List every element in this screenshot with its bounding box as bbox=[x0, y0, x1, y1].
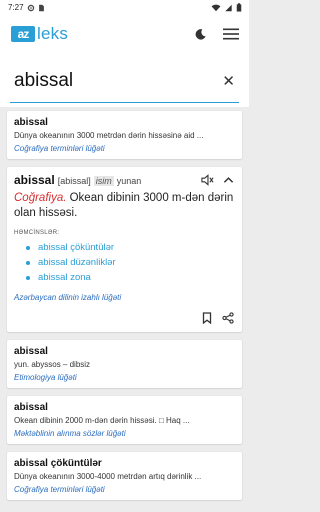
result-card[interactable]: abissal Dünya okeanının 3000 metrdən dər… bbox=[7, 111, 242, 159]
bookmark-icon[interactable] bbox=[202, 312, 212, 324]
entry-definition: Coğrafiya. Okean dibinin 3000 m-dən dəri… bbox=[14, 191, 234, 221]
status-time: 7:27 bbox=[8, 3, 24, 12]
result-snippet: Okean dibinin 2000 m-dən dərin hissəsi. … bbox=[14, 416, 190, 425]
clear-search-button[interactable]: ✕ bbox=[222, 72, 235, 90]
search-area: abissal ✕ bbox=[0, 53, 249, 107]
result-card[interactable]: abissal yun. abyssos – dibsiz Etimologiy… bbox=[7, 340, 242, 388]
search-input[interactable]: abissal ✕ bbox=[10, 59, 239, 103]
collapse-chevron-icon[interactable] bbox=[223, 176, 234, 184]
wifi-icon bbox=[211, 4, 221, 11]
result-snippet: yun. abyssos – dibsiz bbox=[14, 360, 91, 369]
synonyms-list: abissal çöküntülər abissal düzənliklər a… bbox=[14, 240, 234, 285]
result-title: abissal bbox=[14, 346, 48, 357]
synonym-link[interactable]: abissal çöküntülər bbox=[26, 240, 234, 255]
speaker-mute-icon[interactable] bbox=[201, 174, 214, 186]
result-card[interactable]: abissal Okean dibinin 2000 m-dən dərin h… bbox=[7, 396, 242, 444]
result-source: Məktəblinin alınma sözlər lüğəti bbox=[14, 429, 126, 438]
result-title: abissal çöküntülər bbox=[14, 458, 102, 469]
synonym-link[interactable]: abissal zona bbox=[26, 270, 234, 285]
result-source: Coğrafiya terminləri lüğəti bbox=[14, 144, 105, 153]
entry-part-of-speech: isim bbox=[93, 176, 114, 186]
dark-mode-icon[interactable] bbox=[194, 28, 207, 41]
app-bar: az leks bbox=[0, 15, 249, 53]
status-bar: 7:27 bbox=[0, 0, 249, 15]
settings-status-icon bbox=[27, 4, 34, 11]
result-title: abissal bbox=[14, 117, 48, 128]
entry-origin: yunan bbox=[116, 176, 142, 186]
battery-icon bbox=[236, 3, 242, 12]
entry-transcription: [abissal] bbox=[57, 176, 91, 186]
entry-category: Coğrafiya. bbox=[14, 192, 67, 204]
result-card[interactable]: abissal çöküntülər Dünya okeanının 3000-… bbox=[7, 452, 242, 500]
results-list: abissal Dünya okeanının 3000 metrdən dər… bbox=[0, 107, 249, 500]
logo-text: leks bbox=[37, 24, 69, 43]
result-snippet: Dünya okeanının 3000-4000 metrdən artıq … bbox=[14, 472, 202, 481]
expanded-entry-card: abissal [abissal] isim yunan Coğrafiya. … bbox=[7, 167, 242, 332]
sim-status-icon bbox=[38, 4, 44, 11]
search-value[interactable]: abissal bbox=[14, 70, 73, 92]
entry-source[interactable]: Azərbaycan dilinin izahlı lüğəti bbox=[14, 293, 234, 302]
entry-word: abissal bbox=[14, 173, 55, 187]
result-title: abissal bbox=[14, 402, 48, 413]
app-logo[interactable]: az leks bbox=[11, 24, 68, 44]
result-source: Etimologiya lüğəti bbox=[14, 373, 77, 382]
menu-icon[interactable] bbox=[223, 28, 239, 40]
logo-mark: az bbox=[11, 26, 35, 42]
signal-icon bbox=[225, 4, 232, 11]
share-icon[interactable] bbox=[222, 312, 234, 324]
synonym-link[interactable]: abissal düzənliklər bbox=[26, 255, 234, 270]
result-source: Coğrafiya terminləri lüğəti bbox=[14, 485, 105, 494]
synonyms-label: HƏMCİNSLƏR: bbox=[14, 230, 60, 236]
result-snippet: Dünya okeanının 3000 metrdən dərin hissə… bbox=[14, 131, 204, 140]
